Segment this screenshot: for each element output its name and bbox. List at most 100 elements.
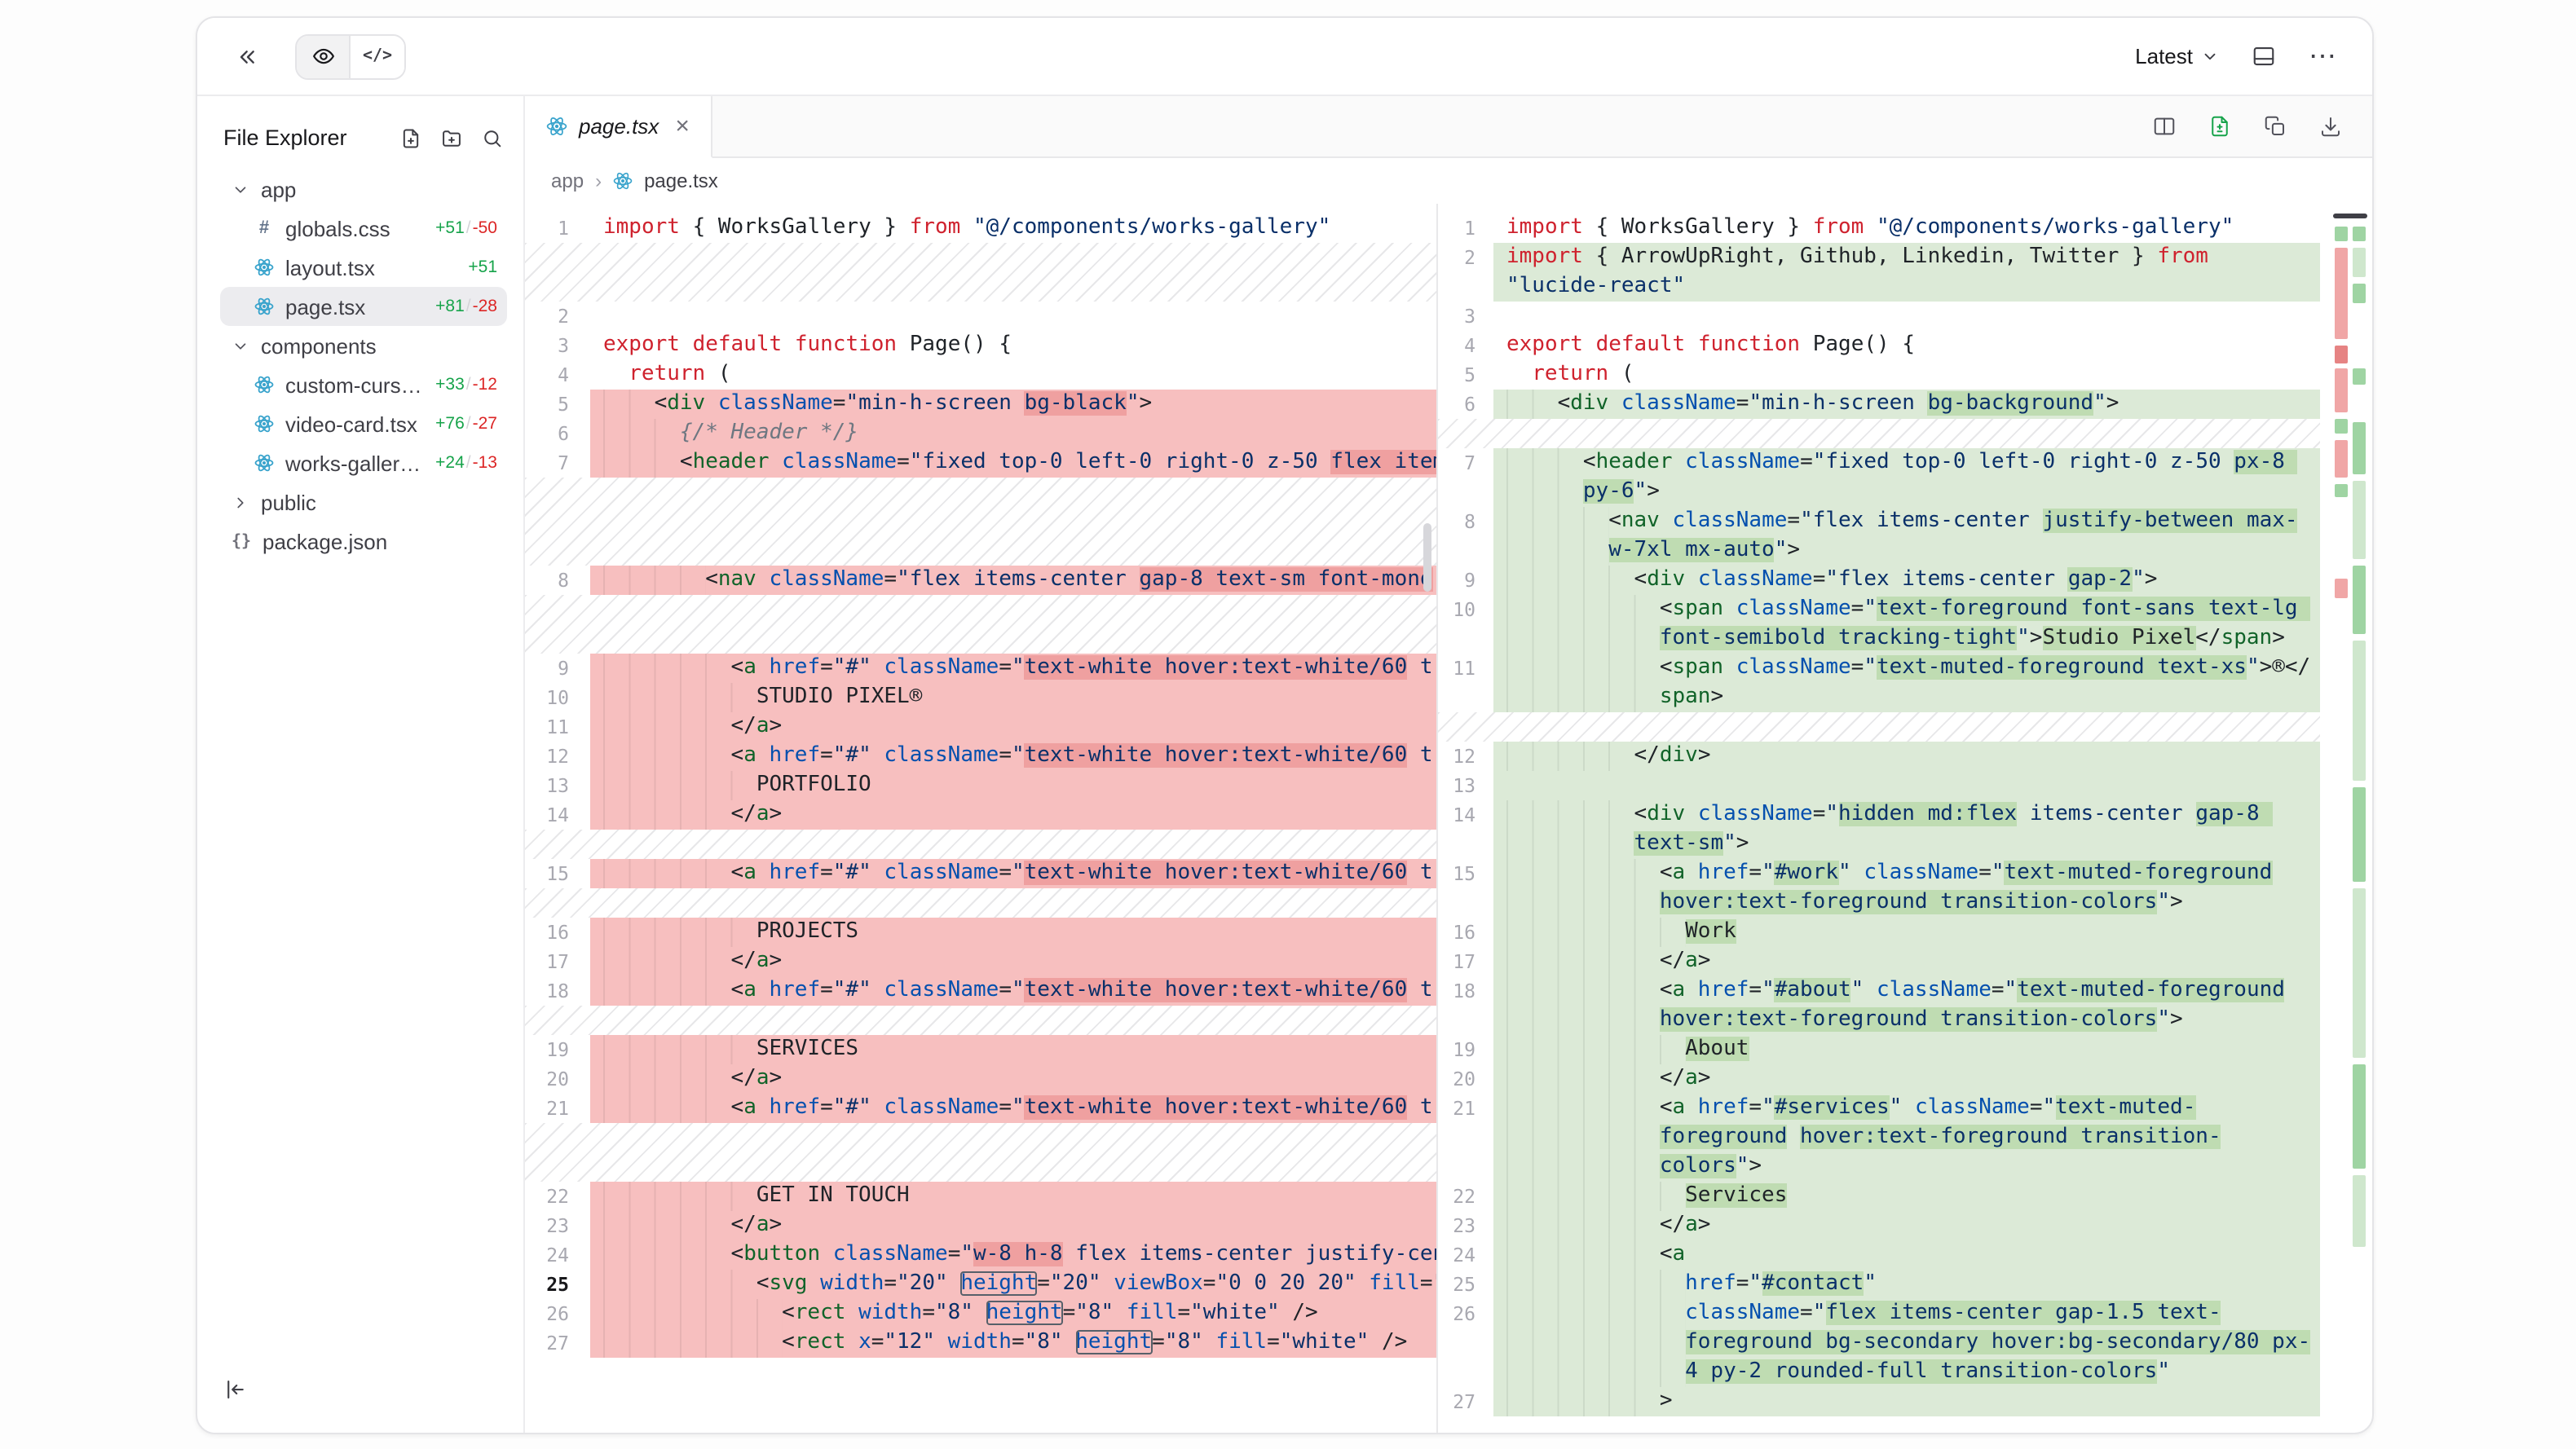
code-token bbox=[1203, 1330, 1216, 1354]
line-number: 13 bbox=[1438, 771, 1493, 800]
diff-line[interactable]: 20</​a> bbox=[525, 1064, 1436, 1094]
diff-line[interactable]: 12</​div> bbox=[1438, 742, 2330, 771]
minimap-viewport[interactable] bbox=[2333, 214, 2367, 218]
split-view-button[interactable] bbox=[2149, 111, 2180, 142]
diff-line[interactable]: 22Services bbox=[1438, 1182, 2330, 1211]
diff-line[interactable]: 6<div className="min-h-screen bg-backgro… bbox=[1438, 390, 2330, 419]
diff-line[interactable]: 17</​a> bbox=[1438, 947, 2330, 976]
diff-line[interactable]: 10STUDIO PIXEL® bbox=[525, 683, 1436, 712]
breadcrumb-file[interactable]: page.tsx bbox=[644, 170, 718, 192]
tree-item-page.tsx[interactable]: page.tsx+81/-28 bbox=[220, 287, 507, 326]
diff-line[interactable]: 17</​a> bbox=[525, 947, 1436, 976]
code-token: = bbox=[884, 1271, 897, 1296]
left-pane-scrollbar-thumb[interactable] bbox=[1423, 523, 1431, 592]
close-tab-icon[interactable]: × bbox=[675, 114, 690, 139]
diff-line[interactable]: 21<a href="#" className="text-white hove… bbox=[525, 1094, 1436, 1123]
diff-line[interactable]: 26<rect width="8" height="8" fill="white… bbox=[525, 1299, 1436, 1328]
code-token: rect bbox=[795, 1330, 846, 1354]
diff-line[interactable]: 20</​a> bbox=[1438, 1064, 2330, 1094]
diff-line[interactable]: 15<a href="#work" className="text-muted-… bbox=[1438, 859, 2330, 918]
code-token bbox=[1723, 597, 1736, 621]
removed-count: -28 bbox=[473, 297, 497, 316]
diff-line[interactable]: 13PORTFOLIO bbox=[525, 771, 1436, 800]
collapse-chat-button[interactable] bbox=[227, 37, 266, 76]
diff-line[interactable]: 23</​a> bbox=[1438, 1211, 2330, 1240]
diff-line[interactable]: 7<header className="fixed top-0 left-0 r… bbox=[525, 448, 1436, 478]
diff-line[interactable]: 13 bbox=[1438, 771, 2330, 800]
ellipsis-icon: ⋯ bbox=[2309, 42, 2336, 70]
collapse-sidebar-button[interactable] bbox=[217, 1371, 254, 1413]
download-button[interactable] bbox=[2315, 111, 2346, 142]
diff-line[interactable]: 3 bbox=[1438, 302, 2330, 331]
diff-line[interactable]: 14<div className="hidden md:flex items-c… bbox=[1438, 800, 2330, 859]
preview-toggle-button[interactable] bbox=[297, 35, 351, 77]
diff-line[interactable]: 24<button className="w-8 h-8 flex items-… bbox=[525, 1240, 1436, 1270]
diff-line[interactable]: 11<span className="text-muted-foreground… bbox=[1438, 654, 2330, 712]
diff-line[interactable]: 9<div className="flex items-center gap-2… bbox=[1438, 566, 2330, 595]
diff-line[interactable]: 27> bbox=[1438, 1387, 2330, 1416]
diff-line[interactable]: 18<a href="#about" className="text-muted… bbox=[1438, 976, 2330, 1035]
diff-line[interactable]: 25href="#contact" bbox=[1438, 1270, 2330, 1299]
tree-item-layout.tsx[interactable]: layout.tsx+51 bbox=[220, 248, 507, 287]
diff-line[interactable]: 8<nav className="flex items-center gap-8… bbox=[525, 566, 1436, 595]
code-token: = bbox=[1037, 1271, 1050, 1296]
tree-item-package.json[interactable]: {}package.json bbox=[220, 522, 507, 561]
diff-line[interactable]: 22GET IN TOUCH bbox=[525, 1182, 1436, 1211]
tree-item-custom-curs-[interactable]: custom-curs…+33/-12 bbox=[220, 365, 507, 404]
diff-line[interactable]: 27<rect x="12" width="8" height="8" fill… bbox=[525, 1328, 1436, 1358]
diff-line[interactable]: 15<a href="#" className="text-white hove… bbox=[525, 859, 1436, 888]
more-options-button[interactable]: ⋯ bbox=[2302, 36, 2343, 77]
diff-line[interactable]: 1import { WorksGallery } from "@/​compon… bbox=[525, 214, 1436, 243]
diff-line[interactable]: 26className="flex items-center gap-1.5 t… bbox=[1438, 1299, 2330, 1387]
new-folder-button[interactable] bbox=[440, 126, 463, 149]
tree-item-public[interactable]: public bbox=[220, 482, 507, 522]
diff-line[interactable]: 23</​a> bbox=[525, 1211, 1436, 1240]
code-token: #contact bbox=[1762, 1271, 1864, 1296]
diff-line[interactable]: 3export default function Page() { bbox=[525, 331, 1436, 360]
search-files-button[interactable] bbox=[481, 126, 504, 149]
diff-line[interactable]: 4export default function Page() { bbox=[1438, 331, 2330, 360]
panel-bottom-button[interactable] bbox=[2245, 37, 2283, 75]
file-diff-button[interactable] bbox=[2204, 111, 2235, 142]
diff-line[interactable]: 18<a href="#" className="text-white hove… bbox=[525, 976, 1436, 1006]
diff-line[interactable]: 24<a bbox=[1438, 1240, 2330, 1270]
diff-line[interactable]: 25<svg width="20" height="20" viewBox="0… bbox=[525, 1270, 1436, 1299]
minimap[interactable] bbox=[2333, 214, 2369, 1433]
diff-line[interactable]: 4return ( bbox=[525, 360, 1436, 390]
diff-line[interactable]: 2 bbox=[525, 302, 1436, 331]
diff-line[interactable]: 5<div className="min-h-screen bg-black"> bbox=[525, 390, 1436, 419]
code-toggle-button[interactable]: </> bbox=[351, 35, 404, 77]
tree-item-app[interactable]: app bbox=[220, 170, 507, 209]
diff-line[interactable]: 7<header className="fixed top-0 left-0 r… bbox=[1438, 448, 2330, 507]
version-selector[interactable]: Latest bbox=[2128, 37, 2225, 75]
diff-line[interactable]: 10<span className="text-foreground font-… bbox=[1438, 595, 2330, 654]
code-token: gap-8 text-sm font-mono bbox=[1140, 567, 1433, 592]
code-text: <div className="hidden md:flex items-cen… bbox=[1493, 800, 2320, 859]
code-token: " bbox=[2247, 655, 2260, 680]
diff-line[interactable]: 8<nav className="flex items-center justi… bbox=[1438, 507, 2330, 566]
diff-line[interactable]: 6{/​* Header */​} bbox=[525, 419, 1436, 448]
diff-line[interactable]: 19About bbox=[1438, 1035, 2330, 1064]
code-token: < bbox=[1660, 655, 1673, 680]
diff-line[interactable]: 9<a href="#" className="text-white hover… bbox=[525, 654, 1436, 683]
diff-line[interactable]: 2import { ArrowUpRight, Github, Linkedin… bbox=[1438, 243, 2330, 302]
file-name: app bbox=[261, 177, 296, 201]
code-token: className bbox=[1915, 1095, 2030, 1120]
diff-line[interactable]: 21<a href="#services" className="text-mu… bbox=[1438, 1094, 2330, 1182]
new-file-button[interactable] bbox=[399, 126, 422, 149]
tree-item-works-galler-[interactable]: works-galler…+24/-13 bbox=[220, 443, 507, 482]
breadcrumb-root[interactable]: app bbox=[551, 170, 584, 192]
diff-line[interactable]: 5return ( bbox=[1438, 360, 2330, 390]
diff-line[interactable]: 19SERVICES bbox=[525, 1035, 1436, 1064]
tab-page-tsx[interactable]: page.tsx × bbox=[525, 96, 712, 158]
diff-line[interactable]: 12<a href="#" className="text-white hove… bbox=[525, 742, 1436, 771]
tree-item-video-card.tsx[interactable]: video-card.tsx+76/-27 bbox=[220, 404, 507, 443]
diff-line[interactable]: 1import { WorksGallery } from "@/​compon… bbox=[1438, 214, 2330, 243]
diff-line[interactable]: 11</​a> bbox=[525, 712, 1436, 742]
tree-item-components[interactable]: components bbox=[220, 326, 507, 365]
diff-line[interactable]: 16Work bbox=[1438, 918, 2330, 947]
diff-line[interactable]: 14</​a> bbox=[525, 800, 1436, 830]
tree-item-globals.css[interactable]: #globals.css+51/-50 bbox=[220, 209, 507, 248]
copy-button[interactable] bbox=[2260, 111, 2291, 142]
diff-line[interactable]: 16PROJECTS bbox=[525, 918, 1436, 947]
